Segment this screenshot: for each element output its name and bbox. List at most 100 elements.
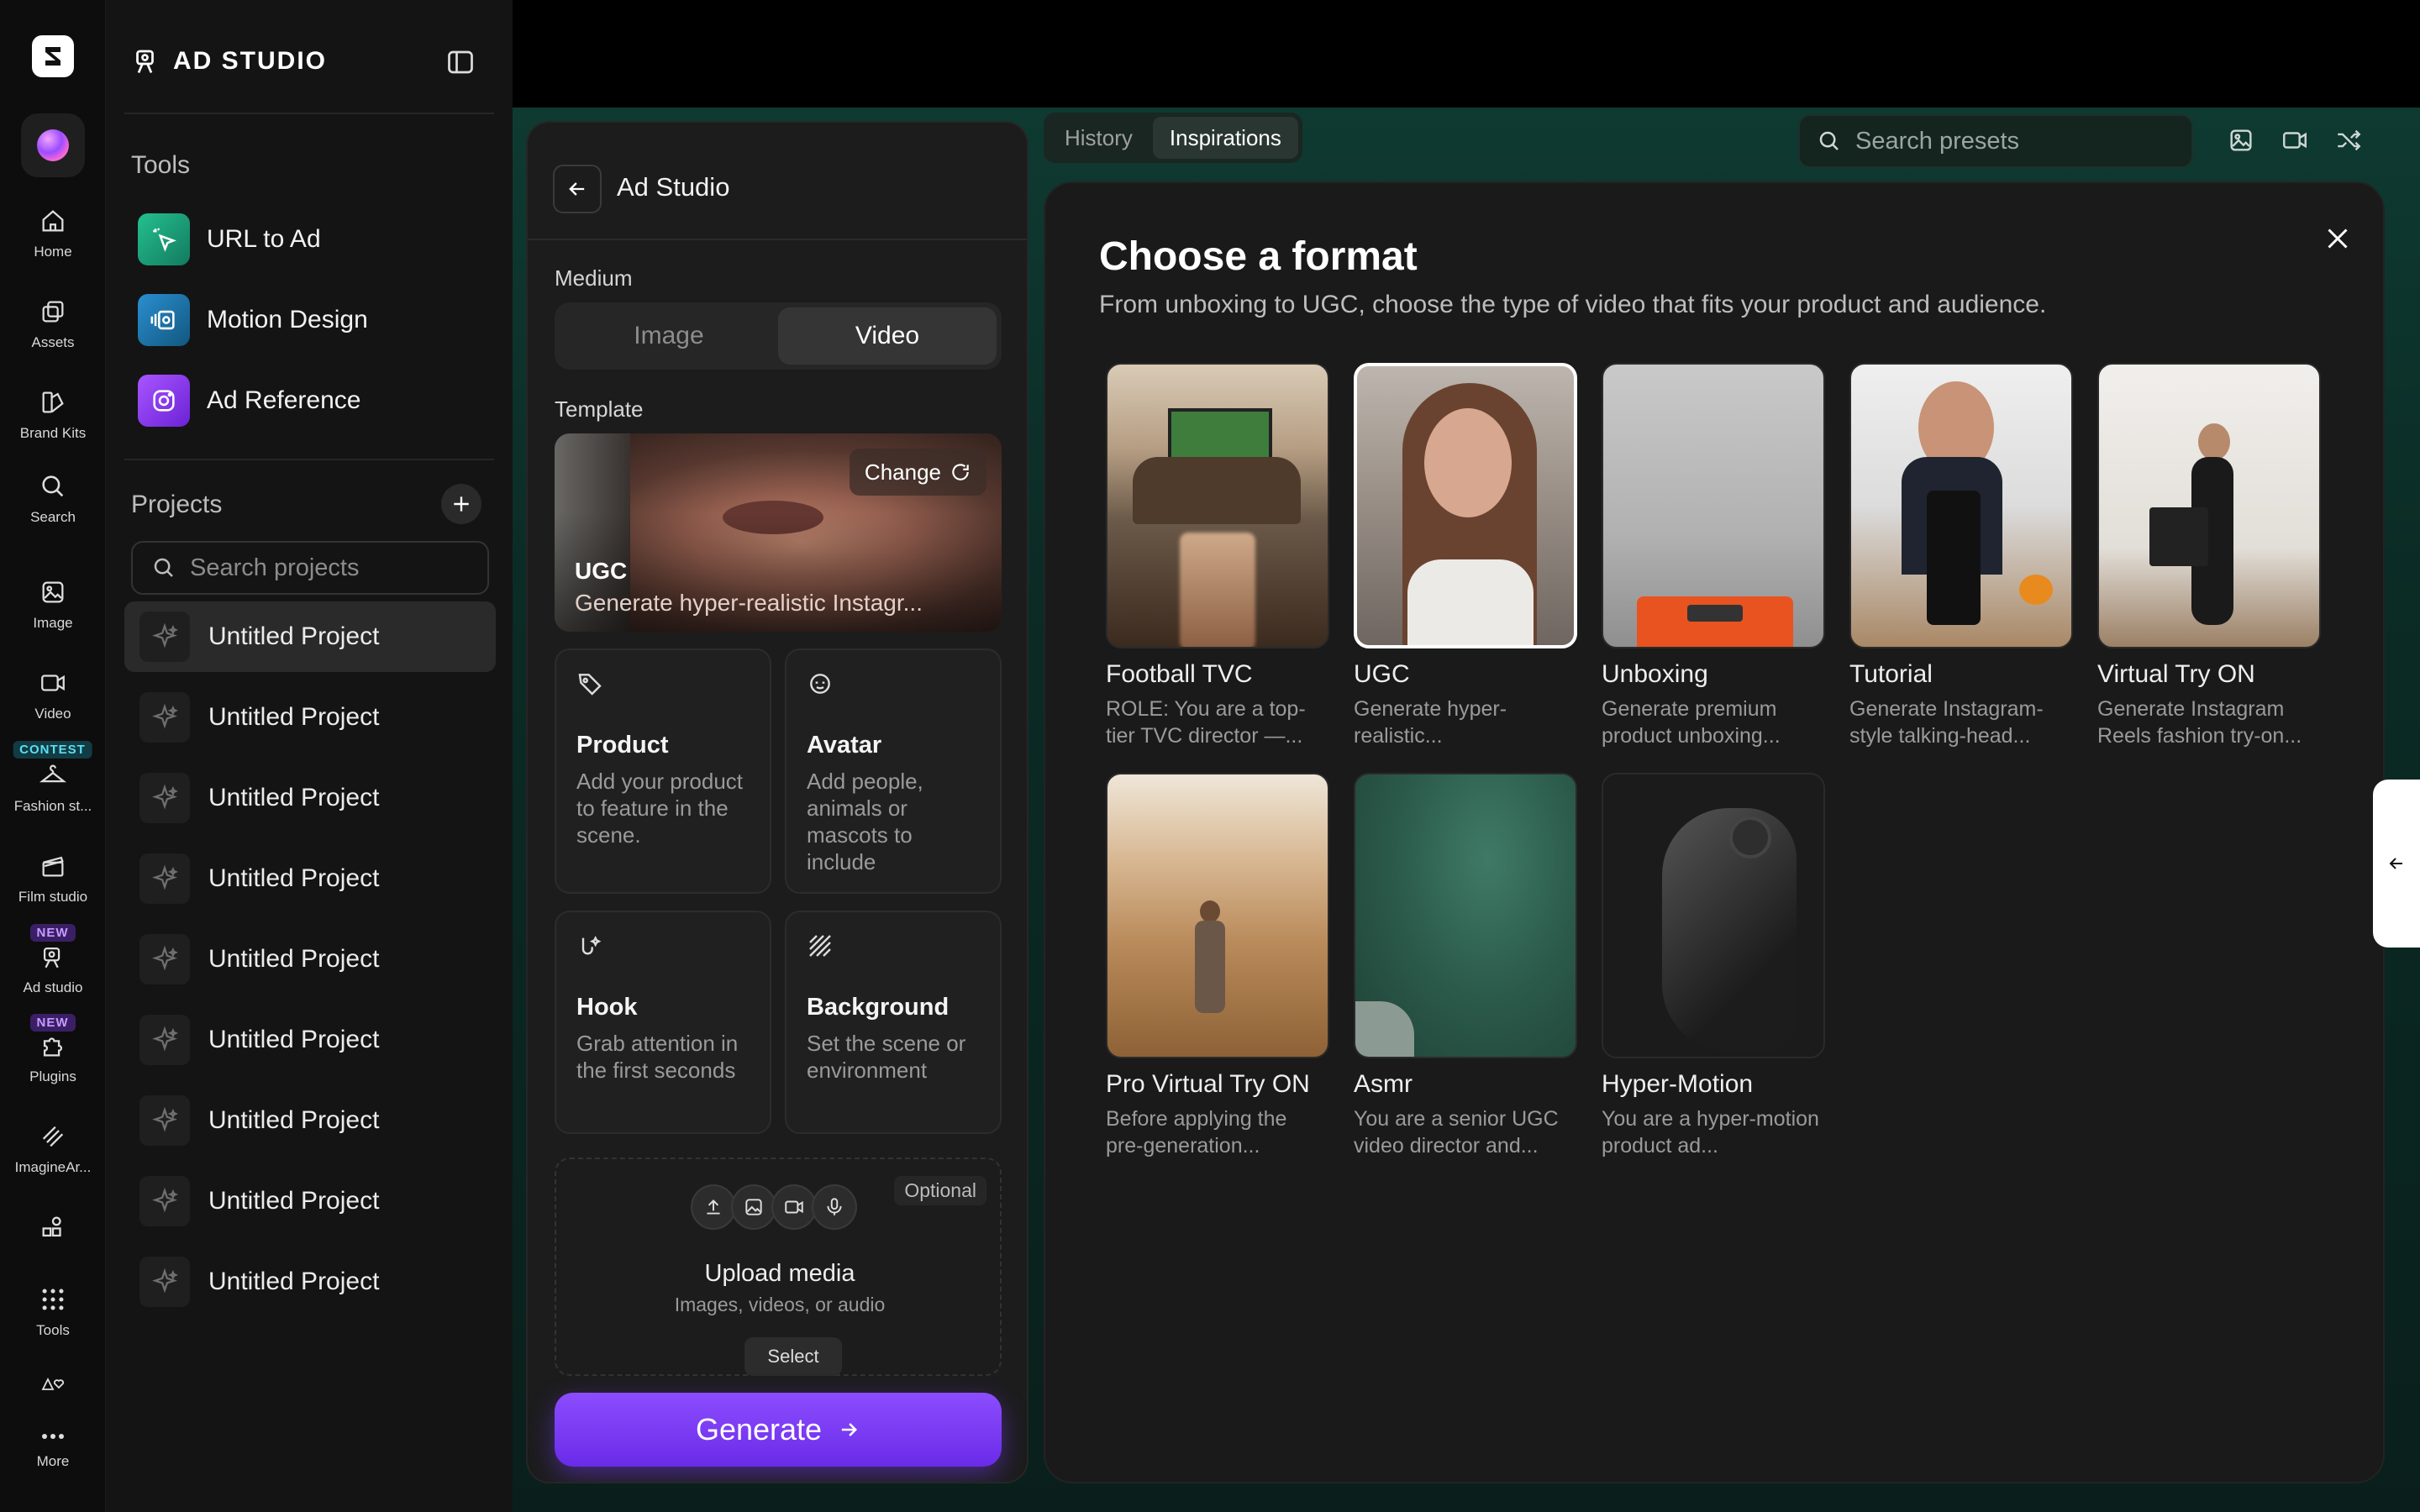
search-icon bbox=[42, 475, 64, 497]
avatar-option-card[interactable]: Avatar Add people, animals or mascots to… bbox=[785, 648, 1002, 894]
project-item[interactable]: Untitled Project bbox=[124, 1247, 496, 1317]
upload-subtitle: Images, videos, or audio bbox=[674, 1294, 886, 1315]
ad-studio-icon bbox=[43, 947, 60, 969]
format-thumbnail bbox=[1106, 773, 1329, 1058]
project-item[interactable]: Untitled Project bbox=[124, 601, 496, 672]
rail-label: Brand Kits bbox=[19, 425, 87, 441]
rail-film-studio[interactable]: Film studio bbox=[0, 852, 106, 906]
rail-home[interactable]: Home bbox=[0, 207, 106, 260]
rail-label: Ad studio bbox=[23, 979, 83, 995]
search-presets-input[interactable] bbox=[1855, 127, 2175, 155]
medium-video-option[interactable]: Video bbox=[778, 307, 997, 365]
collapse-side-panel-button[interactable] bbox=[2373, 780, 2420, 948]
tool-label: Ad Reference bbox=[207, 386, 361, 414]
format-pro-virtual-try-on[interactable]: Pro Virtual Try ON Before applying the p… bbox=[1106, 773, 1329, 1159]
format-virtual-try-on[interactable]: Virtual Try ON Generate Instagram Reels … bbox=[2097, 363, 2321, 749]
medium-image-option[interactable]: Image bbox=[560, 307, 778, 365]
format-description: Generate Instagram Reels fashion try-on.… bbox=[2097, 697, 2302, 748]
format-description: Generate hyper-realistic... bbox=[1354, 697, 1507, 748]
panel-title: Ad Studio bbox=[617, 172, 730, 202]
medium-toggle: Image Video bbox=[555, 302, 1002, 370]
hanger-icon bbox=[39, 764, 67, 783]
preset-search bbox=[1798, 114, 2193, 168]
shapes-icon bbox=[42, 1216, 61, 1237]
rail-tools[interactable]: Tools bbox=[0, 1285, 106, 1339]
close-button[interactable] bbox=[2323, 223, 2353, 258]
rail-plugins[interactable]: Plugins bbox=[0, 1032, 106, 1085]
tag-icon bbox=[578, 674, 602, 696]
tab-inspirations[interactable]: Inspirations bbox=[1152, 117, 1298, 159]
project-item[interactable]: Untitled Project bbox=[124, 1005, 496, 1075]
search-projects-input[interactable] bbox=[190, 554, 459, 582]
cursor-click-icon bbox=[138, 213, 190, 265]
format-thumbnail bbox=[1354, 363, 1577, 648]
tool-ad-reference[interactable]: Ad Reference bbox=[138, 375, 360, 427]
rail-more[interactable]: More bbox=[0, 1428, 106, 1470]
rail-brand-kits[interactable]: Brand Kits bbox=[0, 388, 106, 442]
video-icon bbox=[41, 675, 65, 691]
change-template-button[interactable]: Change bbox=[849, 449, 986, 496]
hatch-icon bbox=[809, 935, 831, 957]
user-avatar[interactable] bbox=[21, 113, 85, 177]
project-item[interactable]: Untitled Project bbox=[124, 843, 496, 914]
home-icon bbox=[42, 210, 64, 232]
format-unboxing[interactable]: Unboxing Generate premium product unboxi… bbox=[1602, 363, 1825, 749]
product-option-card[interactable]: Product Add your product to feature in t… bbox=[555, 648, 771, 894]
add-project-button[interactable] bbox=[441, 484, 481, 524]
rail-shapes-mini[interactable] bbox=[0, 1374, 106, 1393]
rail-assets[interactable]: Assets bbox=[0, 297, 106, 351]
tab-history[interactable]: History bbox=[1048, 117, 1150, 159]
format-thumbnail bbox=[1602, 363, 1825, 648]
option-description: Add your product to feature in the scene… bbox=[576, 769, 744, 848]
view-tabs: History Inspirations bbox=[1044, 113, 1302, 163]
option-title: Product bbox=[576, 732, 669, 759]
project-item[interactable]: Untitled Project bbox=[124, 763, 496, 833]
video-filter-button[interactable] bbox=[2281, 126, 2309, 159]
shuffle-button[interactable] bbox=[2334, 126, 2363, 159]
motion-icon bbox=[138, 294, 190, 346]
select-media-button[interactable]: Select bbox=[744, 1337, 842, 1376]
format-ugc[interactable]: UGC Generate hyper-realistic... bbox=[1354, 363, 1577, 749]
format-football-tvc[interactable]: Football TVC ROLE: You are a top-tier TV… bbox=[1106, 363, 1329, 749]
format-name: UGC bbox=[1354, 660, 1410, 688]
upload-media-dropzone[interactable]: Optional Upload media Images, videos, or… bbox=[555, 1158, 1002, 1376]
arrow-right-icon bbox=[841, 1423, 858, 1436]
rail-video[interactable]: Video bbox=[0, 669, 106, 722]
format-description: You are a senior UGC video director and.… bbox=[1354, 1107, 1559, 1158]
format-description: You are a hyper-motion product ad... bbox=[1602, 1107, 1819, 1158]
format-hyper-motion[interactable]: Hyper-Motion You are a hyper-motion prod… bbox=[1602, 773, 1825, 1159]
format-tutorial[interactable]: Tutorial Generate Instagram-style talkin… bbox=[1849, 363, 2073, 749]
rail-shapes[interactable] bbox=[0, 1213, 106, 1242]
image-filter-button[interactable] bbox=[2227, 126, 2255, 159]
sparkle-icon bbox=[139, 692, 190, 743]
project-item[interactable]: Untitled Project bbox=[124, 924, 496, 995]
project-name: Untitled Project bbox=[208, 945, 380, 973]
template-description: Generate hyper-realistic Instagr... bbox=[575, 590, 923, 616]
hook-option-card[interactable]: Hook Grab attention in the first seconds bbox=[555, 911, 771, 1134]
rail-fashion-studio[interactable]: Fashion st... bbox=[0, 761, 106, 815]
rail-imagineart[interactable]: ImagineAr... bbox=[0, 1122, 106, 1176]
sparkle-icon bbox=[139, 773, 190, 823]
triangle-heart-icon bbox=[41, 1377, 65, 1390]
divider bbox=[528, 239, 1027, 240]
format-description: Generate Instagram-style talking-head... bbox=[1849, 697, 2044, 748]
project-item[interactable]: Untitled Project bbox=[124, 1166, 496, 1236]
rail-image[interactable]: Image bbox=[0, 578, 106, 632]
instagram-icon bbox=[138, 375, 190, 427]
option-title: Background bbox=[807, 994, 950, 1021]
grid-icon bbox=[42, 1289, 64, 1310]
rail-ad-studio[interactable]: Ad studio bbox=[0, 942, 106, 996]
back-button[interactable] bbox=[553, 165, 602, 213]
background-option-card[interactable]: Background Set the scene or environment bbox=[785, 911, 1002, 1134]
app-logo[interactable] bbox=[32, 35, 74, 77]
project-item[interactable]: Untitled Project bbox=[124, 1085, 496, 1156]
tool-url-to-ad[interactable]: URL to Ad bbox=[138, 213, 321, 265]
generate-button[interactable]: Generate bbox=[555, 1393, 1002, 1467]
template-card[interactable]: Change UGC Generate hyper-realistic Inst… bbox=[555, 433, 1002, 632]
project-item[interactable]: Untitled Project bbox=[124, 682, 496, 753]
format-asmr[interactable]: Asmr You are a senior UGC video director… bbox=[1354, 773, 1577, 1159]
sidebar-toggle-button[interactable] bbox=[445, 47, 476, 81]
tool-motion-design[interactable]: Motion Design bbox=[138, 294, 368, 346]
rail-search[interactable]: Search bbox=[0, 472, 106, 526]
rail-label: Image bbox=[33, 615, 73, 631]
